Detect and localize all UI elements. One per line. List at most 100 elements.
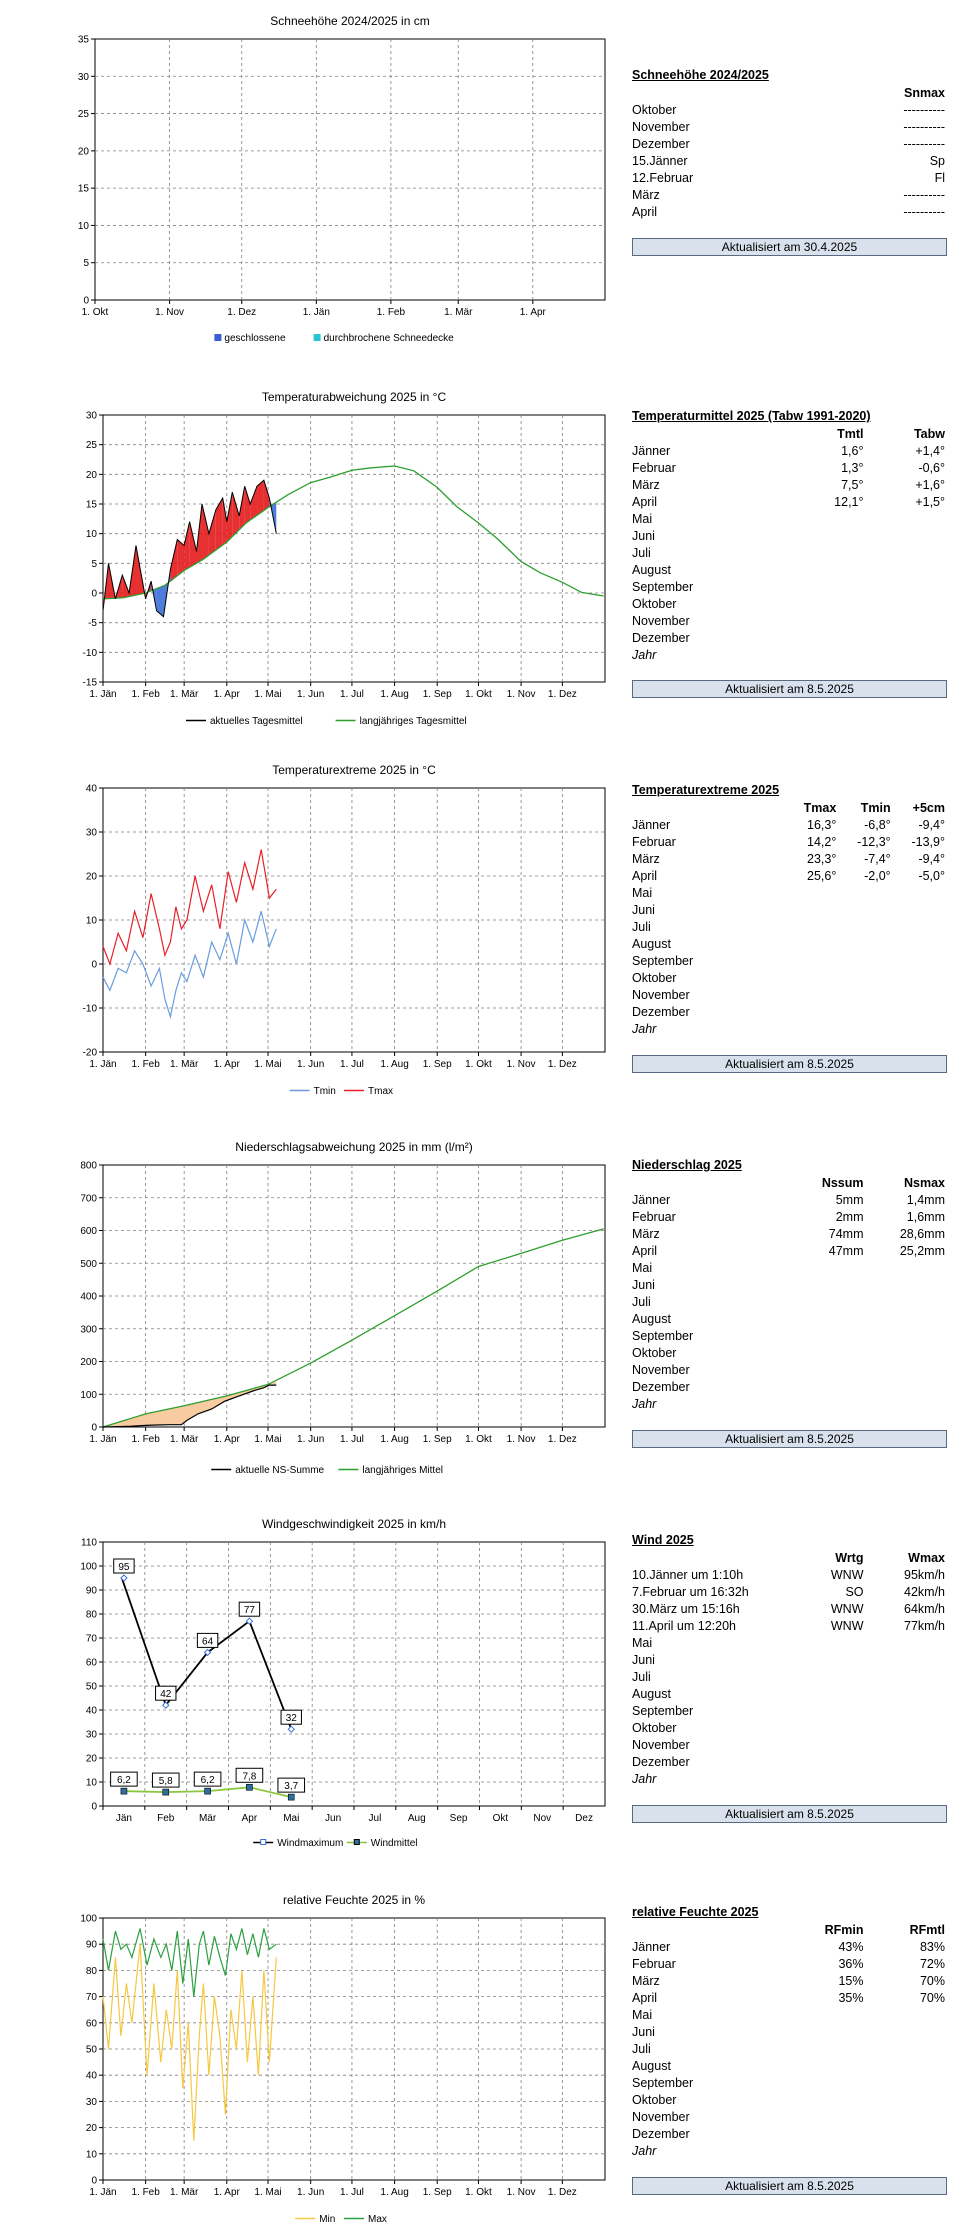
chart-title: Windgeschwindigkeit 2025 in km/h <box>262 1517 446 1531</box>
rh-updated-bar: Aktualisiert am 8.5.2025 <box>632 2177 947 2195</box>
row-value: 70% <box>919 1991 945 2005</box>
x-tick-label: 1. Mär <box>170 689 199 700</box>
row-value <box>836 1021 890 1038</box>
table-row: Mai <box>632 885 945 902</box>
row-value <box>864 545 946 562</box>
x-tick-label: 1. Jul <box>340 2187 364 2198</box>
table-row: Dezember <box>632 630 945 647</box>
table-header-row: Tmtl Tabw <box>632 426 945 443</box>
row-label: 12.Februar <box>632 171 694 185</box>
row-value <box>864 579 946 596</box>
row-value <box>864 1396 946 1413</box>
x-tick-label: 1. Mai <box>254 2187 281 2198</box>
x-tick-label: 1. Nov <box>507 2187 536 2198</box>
row-value: 95km/h <box>904 1568 945 1582</box>
table-row: Jahr <box>632 1396 945 1413</box>
legend-label: durchbrochene Schneedecke <box>324 333 455 344</box>
row-value <box>782 511 864 528</box>
row-label: März <box>632 1974 660 1988</box>
x-tick-label: 1. Dez <box>548 1434 577 1445</box>
y-tick-label: 80 <box>86 1966 98 1977</box>
row-label: Mai <box>632 1636 653 1650</box>
y-tick-label: 0 <box>91 1802 97 1813</box>
row-value: 16,3° <box>807 818 837 832</box>
row-label: Dezember <box>632 631 690 645</box>
table-title: Schneehöhe 2024/2025 <box>632 68 769 82</box>
row-value <box>782 2143 864 2160</box>
x-tick-label: 1. Mai <box>254 1434 281 1445</box>
legend-label: aktuelles Tagesmittel <box>210 716 303 727</box>
row-label: Mai <box>632 1261 653 1275</box>
row-value <box>782 1720 864 1737</box>
table-header-row: Tmax Tmin +5cm <box>632 800 945 817</box>
row-value: 28,6mm <box>899 1227 945 1241</box>
row-value: 25,2mm <box>899 1244 945 1258</box>
x-tick-label: 1. Feb <box>131 1059 160 1070</box>
x-tick-label: 1. Dez <box>227 307 256 318</box>
table-row: November <box>632 613 945 630</box>
row-label: Juni <box>632 529 655 543</box>
x-tick-label: Sep <box>450 1813 468 1824</box>
row-value: 72% <box>919 1957 945 1971</box>
row-label: Jahr <box>632 648 657 662</box>
row-label: Februar <box>632 461 676 475</box>
row-value <box>864 647 946 664</box>
y-tick-label: 700 <box>80 1193 97 1204</box>
row-value: -9,4° <box>918 852 945 866</box>
row-label: Oktober <box>632 971 677 985</box>
row-value: 64km/h <box>904 1602 945 1616</box>
y-tick-label: -10 <box>83 648 98 659</box>
x-tick-label: 1. Jun <box>297 2187 324 2198</box>
table-row: Mai <box>632 511 945 528</box>
row-value: 77km/h <box>904 1619 945 1633</box>
y-tick-label: 70 <box>86 1992 98 2003</box>
row-label: 11.April um 12:20h <box>632 1619 736 1633</box>
row-value <box>891 885 945 902</box>
row-value <box>782 596 864 613</box>
row-label: Juli <box>632 2042 651 2056</box>
y-tick-label: 300 <box>80 1324 97 1335</box>
x-tick-label: 1. Mai <box>254 689 281 700</box>
precipitation-table: Niederschlag 2025 Nssum Nsmax Jänner 5mm 1,4m… <box>632 1158 945 1413</box>
row-value: 1,6° <box>841 444 864 458</box>
row-value <box>782 987 836 1004</box>
table-row: Jahr <box>632 1021 945 1038</box>
row-value <box>864 1754 946 1771</box>
row-label: August <box>632 563 671 577</box>
row-value <box>782 1260 864 1277</box>
table-row: 15.Jänner Sp <box>632 153 945 170</box>
y-tick-label: 100 <box>80 1390 97 1401</box>
row-value <box>782 2007 864 2024</box>
table-header-cell: Wrtg <box>835 1551 864 1565</box>
row-value <box>782 2075 864 2092</box>
row-value: WNW <box>830 1602 864 1616</box>
x-tick-label: 1. Okt <box>465 1059 492 1070</box>
row-value: 7,5° <box>841 478 864 492</box>
table-row: September <box>632 1703 945 1720</box>
y-tick-label: 0 <box>91 960 97 971</box>
table-row: Jahr <box>632 1771 945 1788</box>
row-label: April <box>632 1991 658 2005</box>
x-tick-label: 1. Dez <box>548 2187 577 2198</box>
table-row: Jänner 1,6° +1,4° <box>632 443 945 460</box>
row-value: WNW <box>830 1619 864 1633</box>
table-header-cell: Nssum <box>821 1176 864 1190</box>
table-row: November <box>632 1362 945 1379</box>
precip-updated-bar: Aktualisiert am 8.5.2025 <box>632 1430 947 1448</box>
table-header-row: RFmin RFmtl <box>632 1922 945 1939</box>
legend-marker <box>260 1839 267 1845</box>
table-row: September <box>632 2075 945 2092</box>
row-label: 30.März um 15:16h <box>632 1602 740 1616</box>
x-tick-label: Dez <box>575 1813 593 1824</box>
y-tick-label: 0 <box>83 296 89 307</box>
table-row: August <box>632 1311 945 1328</box>
row-value: -7,4° <box>864 852 891 866</box>
row-label: Mai <box>632 2008 653 2022</box>
row-label: August <box>632 1687 671 1701</box>
data-label: 32 <box>286 1713 298 1724</box>
y-tick-label: -15 <box>83 678 98 689</box>
table-row: Oktober <box>632 2092 945 2109</box>
row-label: 7.Februar um 16:32h <box>632 1585 749 1599</box>
table-row: Jahr <box>632 647 945 664</box>
row-value <box>891 919 945 936</box>
